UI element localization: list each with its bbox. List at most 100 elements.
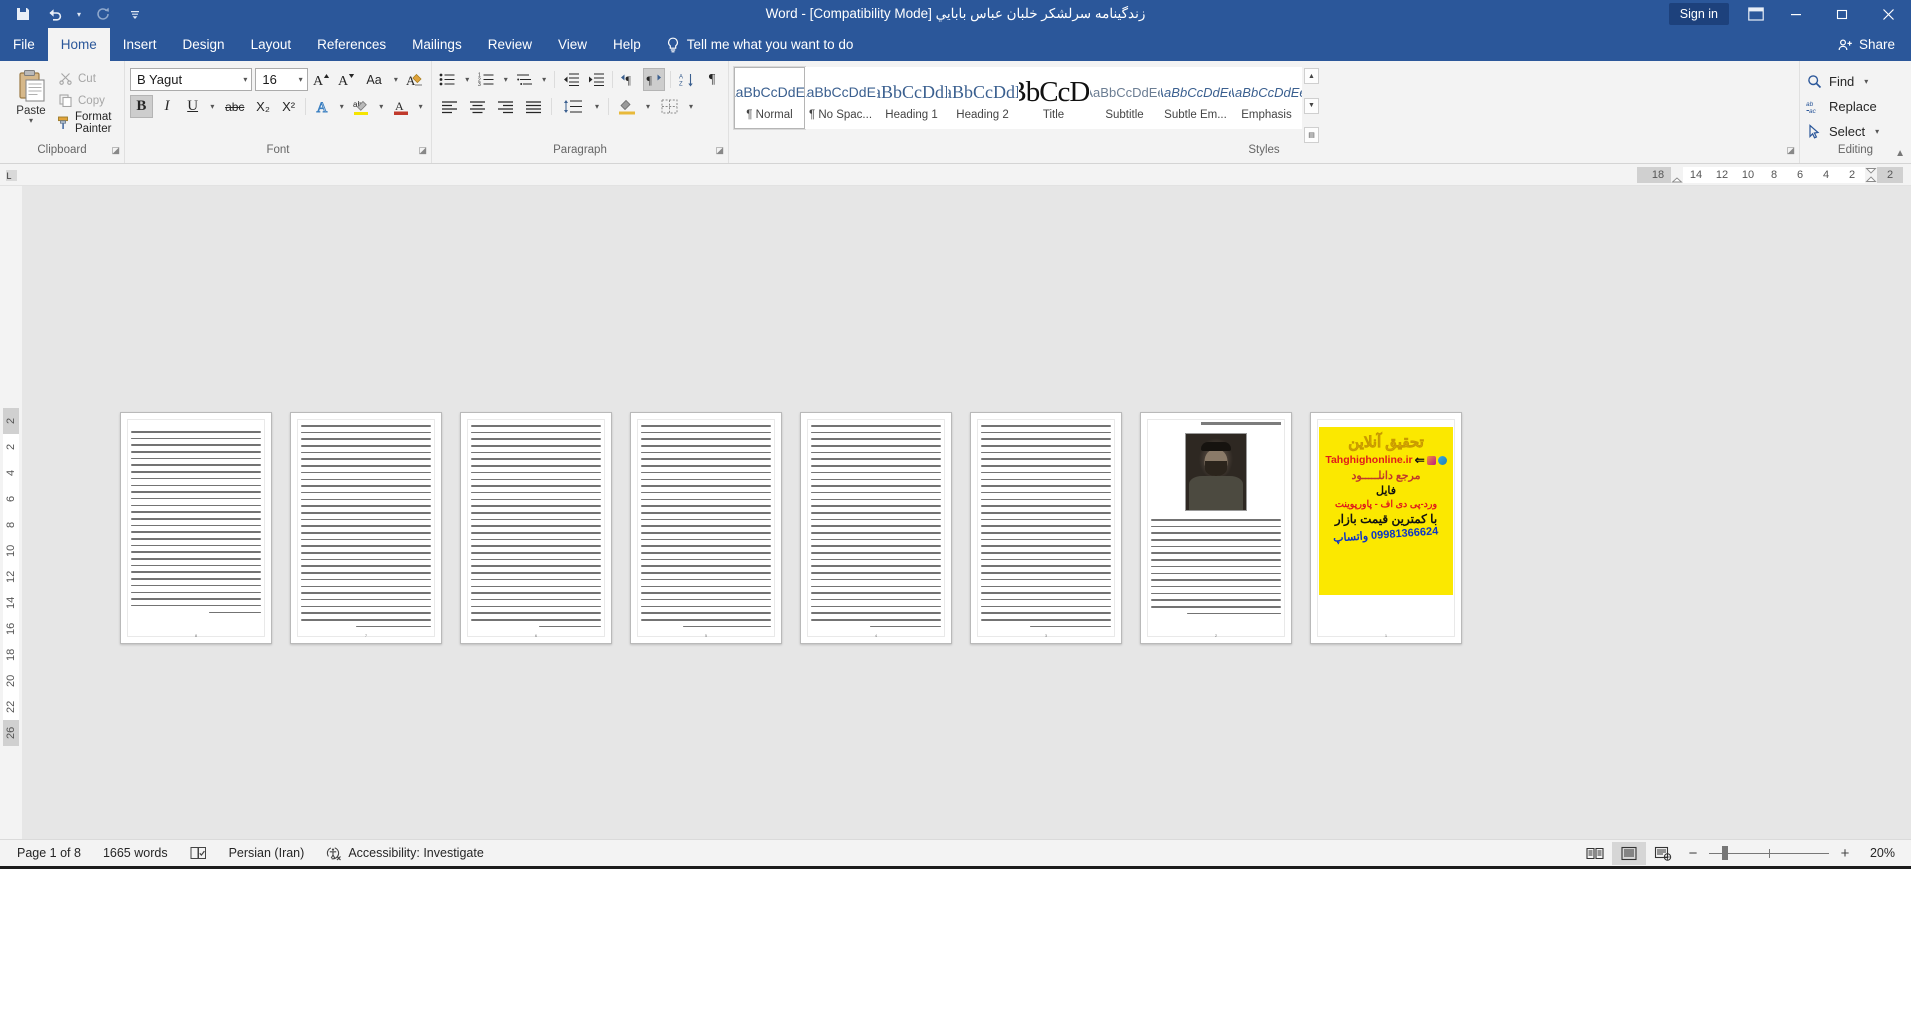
zoom-out-button[interactable]: − <box>1686 845 1700 862</box>
align-left-button[interactable] <box>437 95 462 118</box>
subscript-button[interactable]: X₂ <box>252 95 275 118</box>
show-formatting-marks-button[interactable]: ¶ <box>701 68 723 91</box>
underline-button[interactable]: U <box>181 95 204 118</box>
font-color-dropdown-icon[interactable]: ▾ <box>415 102 426 111</box>
copy-button[interactable]: Copy <box>57 91 119 110</box>
select-dropdown-icon[interactable]: ▾ <box>1871 127 1883 136</box>
tab-file[interactable]: File <box>0 28 48 61</box>
font-dialog-launcher[interactable]: ◪ <box>418 145 427 156</box>
shading-dropdown-icon[interactable]: ▾ <box>642 102 654 111</box>
tab-design[interactable]: Design <box>170 28 238 61</box>
document-page[interactable]: تحقیق آنلاین Tahghighonline.ir ⇐ مرجع دا… <box>1310 412 1462 644</box>
rtl-text-direction-button[interactable]: ¶ <box>643 68 666 91</box>
strikethrough-button[interactable]: abc <box>221 95 249 118</box>
style-subtitle[interactable]: AaBbCcDdEe Subtitle <box>1089 67 1160 129</box>
document-page[interactable]: 3 <box>970 412 1122 644</box>
pages-area[interactable]: تحقیق آنلاین Tahghighonline.ir ⇐ مرجع دا… <box>22 186 1911 839</box>
gallery-scroll-up-icon[interactable]: ▲ <box>1304 68 1319 84</box>
increase-indent-button[interactable] <box>585 68 607 91</box>
tab-view[interactable]: View <box>545 28 600 61</box>
text-effects-dropdown-icon[interactable]: ▾ <box>336 102 347 111</box>
ribbon-display-options-icon[interactable] <box>1739 0 1773 28</box>
tab-insert[interactable]: Insert <box>110 28 170 61</box>
style-heading-1[interactable]: AaBbCcDdEe Heading 1 <box>876 67 947 129</box>
find-dropdown-icon[interactable]: ▾ <box>1860 77 1872 86</box>
accessibility-status[interactable]: Accessibility: Investigate <box>315 840 494 867</box>
view-print-layout-button[interactable] <box>1612 841 1646 865</box>
bullets-dropdown-icon[interactable]: ▾ <box>462 75 473 84</box>
change-case-dropdown-icon[interactable]: ▾ <box>391 75 402 84</box>
clear-formatting-button[interactable]: A <box>404 68 426 91</box>
sort-button[interactable]: AZ <box>676 68 698 91</box>
document-page[interactable]: 7 <box>290 412 442 644</box>
gallery-more-icon[interactable]: ▤ <box>1304 127 1319 143</box>
borders-dropdown-icon[interactable]: ▾ <box>685 102 697 111</box>
tab-review[interactable]: Review <box>475 28 545 61</box>
close-button[interactable] <box>1865 0 1911 28</box>
undo-icon[interactable] <box>40 2 70 26</box>
justify-button[interactable] <box>521 95 546 118</box>
document-page[interactable]: 6 <box>460 412 612 644</box>
tab-home[interactable]: Home <box>47 28 110 61</box>
redo-icon[interactable] <box>88 2 118 26</box>
replace-button[interactable]: ab ac Replace <box>1805 94 1906 118</box>
bullets-button[interactable] <box>437 68 459 91</box>
font-color-button[interactable]: A <box>390 95 413 118</box>
style-normal[interactable]: AaBbCcDdEe ¶ Normal <box>733 66 806 130</box>
multilevel-list-button[interactable] <box>514 68 536 91</box>
align-right-button[interactable] <box>493 95 518 118</box>
multilevel-dropdown-icon[interactable]: ▾ <box>539 75 550 84</box>
restore-button[interactable] <box>1819 0 1865 28</box>
paste-dropdown-icon[interactable]: ▾ <box>29 117 33 125</box>
style-subtle-emphasis[interactable]: AaBbCcDdEe Subtle Em... <box>1160 67 1231 129</box>
center-button[interactable] <box>465 95 490 118</box>
style-title[interactable]: AaBbCcDdEe Title <box>1018 67 1089 129</box>
paragraph-dialog-launcher[interactable]: ◪ <box>715 145 724 156</box>
underline-dropdown-icon[interactable]: ▾ <box>207 102 218 111</box>
save-icon[interactable] <box>8 2 38 26</box>
ltr-text-direction-button[interactable]: ¶ <box>618 68 640 91</box>
document-page[interactable]: 2 <box>1140 412 1292 644</box>
document-page[interactable]: 8 <box>120 412 272 644</box>
bold-button[interactable]: B <box>130 95 153 118</box>
cut-button[interactable]: Cut <box>57 69 119 88</box>
collapse-ribbon-icon[interactable]: ▲ <box>1895 148 1905 159</box>
tab-mailings[interactable]: Mailings <box>399 28 475 61</box>
font-name-combo[interactable]: B Yagut ▾ <box>130 68 253 91</box>
tell-me-box[interactable]: Tell me what you want to do <box>654 28 866 61</box>
zoom-in-button[interactable]: + <box>1838 845 1852 862</box>
styles-dialog-launcher[interactable]: ◪ <box>1786 145 1795 156</box>
undo-dropdown-icon[interactable]: ▾ <box>72 2 86 26</box>
style-heading-2[interactable]: AaBbCcDdEe Heading 2 <box>947 67 1018 129</box>
proofing-status[interactable] <box>179 840 218 867</box>
numbering-dropdown-icon[interactable]: ▾ <box>500 75 511 84</box>
style-no-spacing[interactable]: AaBbCcDdEe ¶ No Spac... <box>805 67 876 129</box>
share-button[interactable]: Share <box>1822 28 1911 61</box>
zoom-level[interactable]: 20% <box>1861 846 1895 860</box>
minimize-button[interactable] <box>1773 0 1819 28</box>
word-count[interactable]: 1665 words <box>92 840 179 867</box>
change-case-button[interactable]: Aa <box>360 68 387 91</box>
tab-layout[interactable]: Layout <box>238 28 305 61</box>
left-indent-marker[interactable] <box>1671 167 1683 183</box>
decrease-indent-button[interactable] <box>560 68 582 91</box>
clipboard-dialog-launcher[interactable]: ◪ <box>111 145 120 156</box>
language-indicator[interactable]: Persian (Iran) <box>218 840 316 867</box>
zoom-slider[interactable] <box>1709 846 1829 860</box>
find-button[interactable]: Find ▾ <box>1805 69 1906 93</box>
text-highlight-button[interactable]: ab <box>350 95 373 118</box>
font-size-combo[interactable]: 16 ▾ <box>255 68 308 91</box>
zoom-slider-thumb[interactable] <box>1722 846 1728 860</box>
tab-references[interactable]: References <box>304 28 399 61</box>
gallery-scroll-down-icon[interactable]: ▼ <box>1304 97 1319 114</box>
numbering-button[interactable]: 123 <box>475 68 497 91</box>
paste-button[interactable]: Paste ▾ <box>5 65 57 144</box>
document-page[interactable]: 4 <box>800 412 952 644</box>
view-web-layout-button[interactable] <box>1646 842 1680 865</box>
customize-qat-icon[interactable] <box>120 2 150 26</box>
vertical-ruler[interactable]: 2 2 4 6 8 10 12 14 16 18 20 22 26 <box>0 186 22 839</box>
style-emphasis[interactable]: AaBbCcDdEe Emphasis <box>1231 67 1302 129</box>
right-indent-marker[interactable] <box>1865 167 1877 183</box>
select-button[interactable]: Select ▾ <box>1805 119 1906 143</box>
grow-font-button[interactable]: A <box>311 68 333 91</box>
